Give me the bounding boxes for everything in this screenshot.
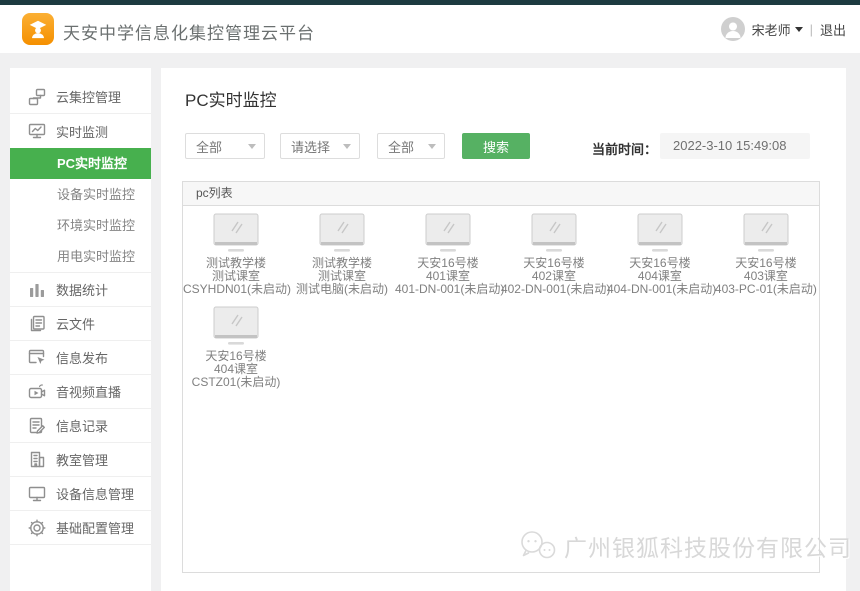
chevron-down-icon [248, 144, 256, 149]
page-title: PC实时监控 [185, 86, 277, 111]
pc-item[interactable]: 测试教学楼 测试课室 CSYHDN01(未启动) [183, 213, 289, 296]
pc-monitor-icon [531, 213, 577, 254]
pc-device: 403-PC-01(未启动) [713, 283, 819, 296]
pc-monitor-icon [637, 213, 683, 254]
sidebar-item-label: 信息发布 [56, 348, 108, 367]
pc-device: 401-DN-001(未启动) [395, 283, 501, 296]
sidebar: 云集控管理 实时监测 PC实时监控 设备实时监控 环境实时监控 用电实时监控 [10, 68, 151, 591]
sidebar-item-pc-monitor[interactable]: PC实时监控 [10, 148, 151, 179]
sidebar-item-classroom-management[interactable]: 教室管理 [10, 443, 151, 477]
sidebar-item-device-monitor[interactable]: 设备实时监控 [10, 179, 151, 210]
pc-list-panel-title: pc列表 [183, 182, 819, 206]
pc-item[interactable]: 天安16号楼 403课室 403-PC-01(未启动) [713, 213, 819, 296]
sidebar-item-label: 实时监测 [56, 122, 108, 141]
chevron-down-icon [428, 144, 436, 149]
app-title: 天安中学信息化集控管理云平台 [63, 19, 315, 44]
pc-grid: 测试教学楼 测试课室 CSYHDN01(未启动) 测试教学楼 测试课室 测试电脑… [183, 206, 819, 399]
publish-icon [28, 349, 46, 367]
main-content: PC实时监控 全部 请选择 全部 搜索 当前时间： 2022-3-10 15:4… [161, 68, 846, 591]
sidebar-item-cloud-files[interactable]: 云文件 [10, 307, 151, 341]
sidebar-item-info-publish[interactable]: 信息发布 [10, 341, 151, 375]
pc-device: 测试电脑(未启动) [289, 283, 395, 296]
user-avatar-icon [721, 17, 745, 41]
graduate-icon [27, 18, 49, 40]
pc-device: CSTZ01(未启动) [183, 376, 289, 389]
filter-status-value: 全部 [388, 137, 414, 156]
user-separator: | [810, 22, 813, 37]
pc-list-panel: pc列表 测试教学楼 测试课室 CSYHDN01(未启动) [182, 181, 820, 573]
sidebar-item-device-info-management[interactable]: 设备信息管理 [10, 477, 151, 511]
building-icon [28, 451, 46, 469]
chevron-down-icon [343, 144, 351, 149]
sidebar-submenu-realtime: PC实时监控 设备实时监控 环境实时监控 用电实时监控 [10, 148, 151, 273]
sidebar-item-realtime-monitor[interactable]: 实时监测 [10, 114, 151, 148]
sidebar-item-env-monitor[interactable]: 环境实时监控 [10, 210, 151, 241]
sidebar-item-label: 教室管理 [56, 450, 108, 469]
sidebar-item-label: 基础配置管理 [56, 518, 134, 537]
user-name: 宋老师 [752, 20, 791, 39]
pc-device: CSYHDN01(未启动) [183, 283, 289, 296]
cloud-network-icon [28, 88, 46, 106]
sidebar-item-statistics[interactable]: 数据统计 [10, 273, 151, 307]
bar-chart-icon [28, 281, 46, 299]
sidebar-item-label: 云集控管理 [56, 87, 121, 106]
sidebar-item-label: 设备信息管理 [56, 484, 134, 503]
user-menu[interactable]: 宋老师 [752, 20, 803, 39]
sidebar-item-basic-config[interactable]: 基础配置管理 [10, 511, 151, 545]
pc-item[interactable]: 天安16号楼 401课室 401-DN-001(未启动) [395, 213, 501, 296]
pc-item[interactable]: 天安16号楼 404课室 404-DN-001(未启动) [607, 213, 713, 296]
header: 天安中学信息化集控管理云平台 宋老师 | 退出 [0, 5, 860, 53]
record-icon [28, 417, 46, 435]
sidebar-item-label: 信息记录 [56, 416, 108, 435]
monitor-wave-icon [28, 122, 46, 140]
device-monitor-icon [28, 485, 46, 503]
filter-status-select[interactable]: 全部 [377, 133, 445, 159]
filter-building-select[interactable]: 请选择 [280, 133, 360, 159]
sidebar-item-info-records[interactable]: 信息记录 [10, 409, 151, 443]
pc-monitor-icon [425, 213, 471, 254]
app-logo [22, 13, 54, 45]
video-live-icon [28, 383, 46, 401]
gear-icon [28, 519, 46, 537]
current-time-label: 当前时间： [577, 139, 657, 158]
filter-scope-value: 全部 [196, 137, 222, 156]
pc-item[interactable]: 天安16号楼 402课室 402-DN-001(未启动) [501, 213, 607, 296]
logout-button[interactable]: 退出 [820, 20, 846, 39]
sidebar-item-label: 云文件 [56, 314, 95, 333]
pc-device: 404-DN-001(未启动) [607, 283, 713, 296]
pc-item[interactable]: 天安16号楼 404课室 CSTZ01(未启动) [183, 306, 289, 389]
pc-monitor-icon [213, 306, 259, 347]
files-icon [28, 315, 46, 333]
pc-monitor-icon [319, 213, 365, 254]
user-area: 宋老师 | 退出 [721, 5, 846, 53]
sidebar-item-power-monitor[interactable]: 用电实时监控 [10, 241, 151, 272]
pc-monitor-icon [743, 213, 789, 254]
app-window: 天安中学信息化集控管理云平台 宋老师 | 退出 [0, 0, 860, 591]
sidebar-item-label: 音视频直播 [56, 382, 121, 401]
chevron-down-icon [795, 27, 803, 32]
sidebar-item-av-live[interactable]: 音视频直播 [10, 375, 151, 409]
sidebar-item-cloud-control[interactable]: 云集控管理 [10, 80, 151, 114]
current-time-value: 2022-3-10 15:49:08 [660, 133, 810, 159]
pc-item[interactable]: 测试教学楼 测试课室 测试电脑(未启动) [289, 213, 395, 296]
search-button[interactable]: 搜索 [462, 133, 530, 159]
filter-scope-select[interactable]: 全部 [185, 133, 265, 159]
filter-building-value: 请选择 [291, 137, 330, 156]
sidebar-item-label: 数据统计 [56, 280, 108, 299]
pc-monitor-icon [213, 213, 259, 254]
pc-device: 402-DN-001(未启动) [501, 283, 607, 296]
